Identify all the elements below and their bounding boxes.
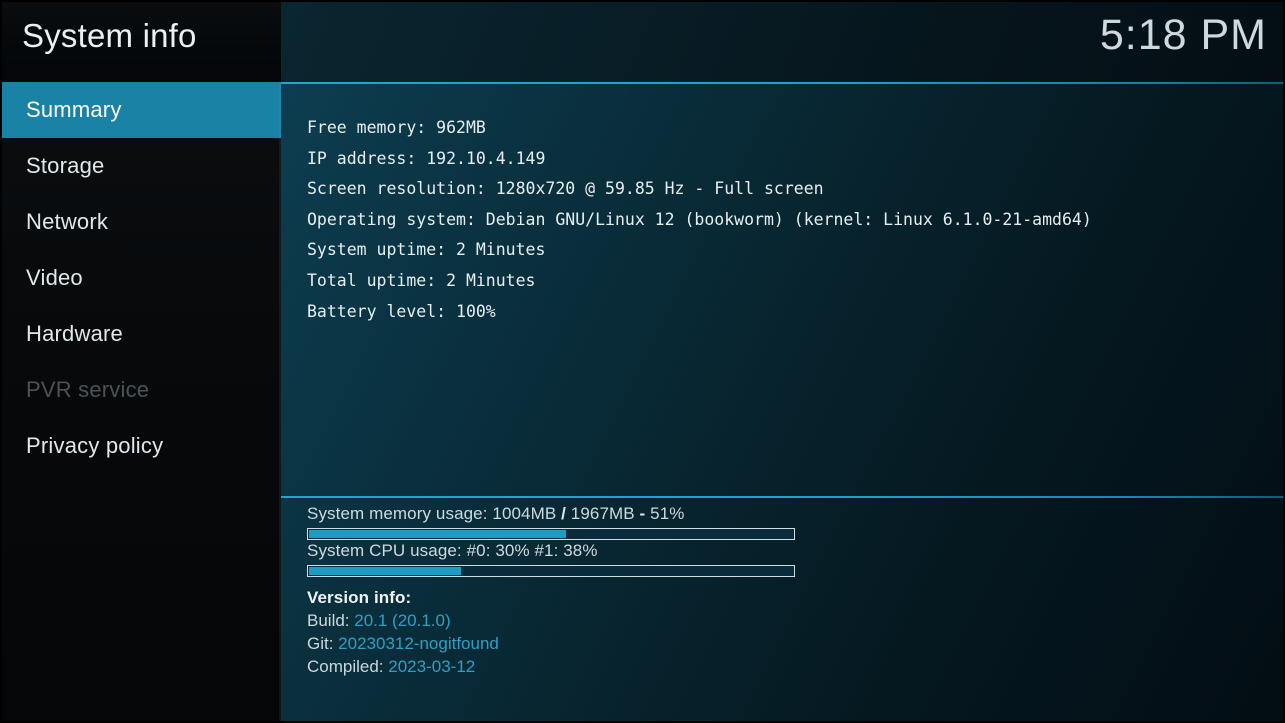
page-title: System info	[22, 17, 197, 55]
sidebar-item-label: Network	[26, 209, 108, 235]
system-info-line: System uptime: 2 Minutes	[307, 235, 1092, 266]
memory-slash-separator: /	[556, 504, 570, 523]
cpu-usage-progressbar	[307, 565, 795, 577]
clock-label: 5:18 PM	[1100, 11, 1267, 60]
sidebar-item-network[interactable]: Network	[0, 194, 281, 250]
memory-percent-value: 51%	[650, 504, 684, 523]
system-info-line: IP address: 192.10.4.149	[307, 144, 1092, 175]
sidebar-item-pvr-service: PVR service	[0, 362, 281, 418]
header-separator-line	[281, 82, 1285, 84]
memory-dash-separator: -	[635, 504, 650, 523]
sidebar-item-privacy-policy[interactable]: Privacy policy	[0, 418, 281, 474]
memory-usage-progressbar	[307, 528, 795, 540]
memory-usage-progressbar-fill	[309, 530, 566, 538]
system-info-line: Operating system: Debian GNU/Linux 12 (b…	[307, 205, 1092, 236]
main-content: Free memory: 962MBIP address: 192.10.4.1…	[281, 84, 1285, 497]
category-sidebar: Summary Storage Network Video Hardware PVR se…	[0, 82, 281, 723]
version-git-row: Git: 20230312-nogitfound	[307, 632, 499, 655]
sidebar-item-storage[interactable]: Storage	[0, 138, 281, 194]
sidebar-item-label: Video	[26, 265, 83, 291]
system-info-line: Free memory: 962MB	[307, 113, 1092, 144]
system-info-line: Screen resolution: 1280x720 @ 59.85 Hz -…	[307, 174, 1092, 205]
system-info-line: Battery level: 100%	[307, 297, 1092, 328]
version-git-label: Git:	[307, 634, 338, 653]
sidebar-item-label: Storage	[26, 153, 104, 179]
system-info-list: Free memory: 962MBIP address: 192.10.4.1…	[307, 113, 1092, 327]
memory-used-value: 1004MB	[492, 504, 556, 523]
sidebar-item-label: Summary	[26, 97, 122, 123]
version-build-label: Build:	[307, 611, 354, 630]
version-git-value: 20230312-nogitfound	[338, 634, 499, 653]
sidebar-item-label: Hardware	[26, 321, 123, 347]
cpu-usage-label: System CPU usage: #0: 30% #1: 38%	[307, 540, 795, 562]
memory-usage-block: System memory usage: 1004MB / 1967MB - 5…	[307, 503, 795, 540]
sidebar-item-label: Privacy policy	[26, 433, 163, 459]
version-build-value: 20.1 (20.1.0)	[354, 611, 450, 630]
sidebar-item-summary[interactable]: Summary	[0, 82, 281, 138]
version-compiled-value: 2023-03-12	[388, 657, 475, 676]
version-info-block: Version info: Build: 20.1 (20.1.0) Git: …	[307, 586, 499, 678]
memory-usage-label: System memory usage: 1004MB / 1967MB - 5…	[307, 503, 795, 525]
system-info-window: System info 5:18 PM Summary Storage Networ…	[0, 0, 1285, 723]
version-compiled-row: Compiled: 2023-03-12	[307, 655, 499, 678]
sidebar-item-video[interactable]: Video	[0, 250, 281, 306]
bottom-panel-separator-line	[281, 496, 1285, 498]
sidebar-item-hardware[interactable]: Hardware	[0, 306, 281, 362]
bottom-status-panel: System memory usage: 1004MB / 1967MB - 5…	[281, 498, 1285, 723]
sidebar-item-label: PVR service	[26, 377, 149, 403]
version-compiled-label: Compiled:	[307, 657, 388, 676]
memory-total-value: 1967MB	[571, 504, 635, 523]
sidebar-divider	[279, 82, 281, 723]
system-info-line: Total uptime: 2 Minutes	[307, 266, 1092, 297]
window-header: System info 5:18 PM	[0, 0, 1285, 82]
version-info-heading: Version info:	[307, 586, 499, 609]
cpu-usage-block: System CPU usage: #0: 30% #1: 38%	[307, 540, 795, 577]
memory-label-prefix: System memory usage:	[307, 504, 492, 523]
version-build-row: Build: 20.1 (20.1.0)	[307, 609, 499, 632]
cpu-usage-progressbar-fill	[309, 567, 461, 575]
